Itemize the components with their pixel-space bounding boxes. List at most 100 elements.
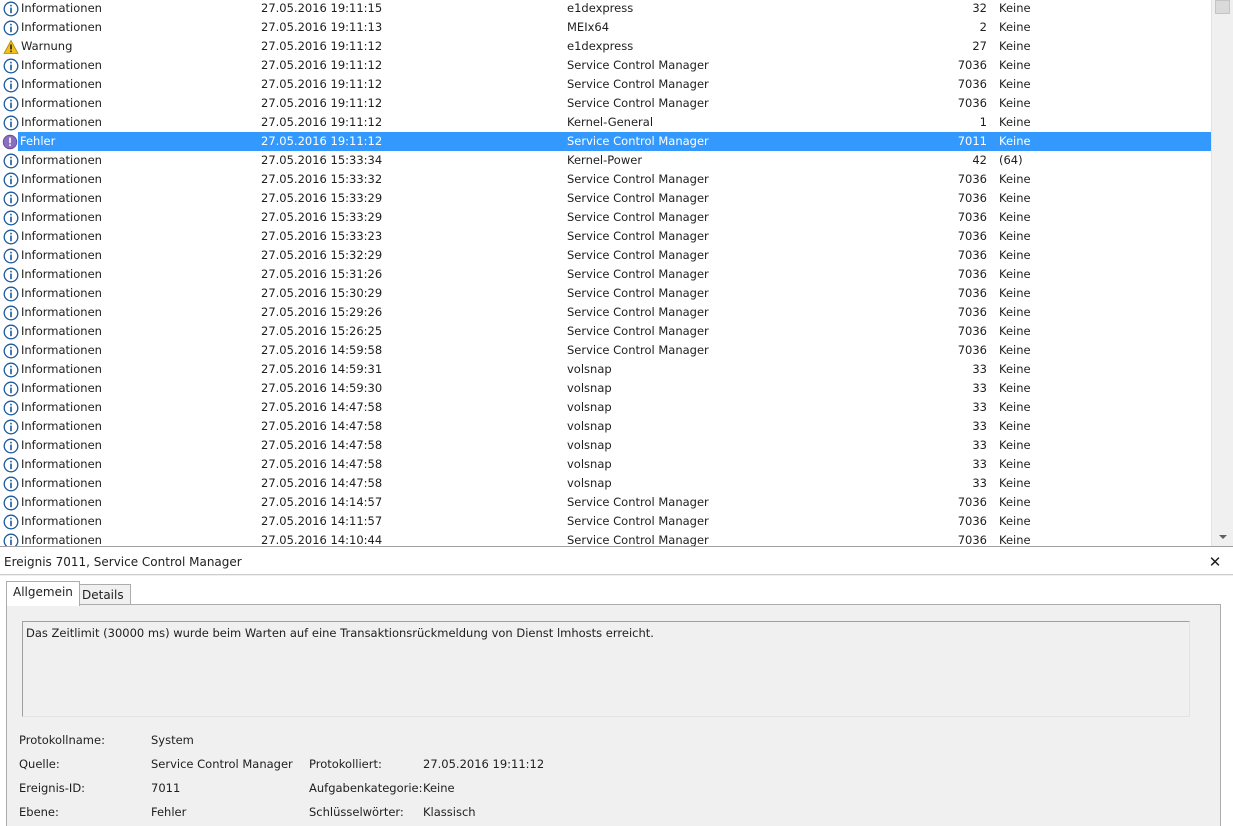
table-row[interactable]: Informationen 27.05.2016 14:47:58 volsnap 3… <box>0 455 1211 474</box>
task-category-cell: Keine <box>999 476 1031 490</box>
table-row[interactable]: Informationen 27.05.2016 15:29:26 Service … <box>0 303 1211 322</box>
task-category-cell: Keine <box>999 39 1031 53</box>
info-icon <box>3 58 19 74</box>
info-icon <box>3 438 19 454</box>
task-category-cell: Keine <box>999 495 1031 509</box>
info-icon <box>3 400 19 416</box>
info-icon <box>3 514 19 530</box>
date-cell: 27.05.2016 14:47:58 <box>261 419 383 433</box>
table-row[interactable]: Informationen 27.05.2016 15:32:29 Service … <box>0 246 1211 265</box>
event-id-cell: 33 <box>972 476 987 490</box>
detail-header: Ereignis 7011, Service Control Manager ✕ <box>0 548 1233 575</box>
task-category-label: Aufgabenkategorie: <box>309 781 423 795</box>
table-row[interactable]: Informationen 27.05.2016 15:26:25 Service … <box>0 322 1211 341</box>
table-row[interactable]: Informationen 27.05.2016 14:47:58 volsnap 3… <box>0 398 1211 417</box>
info-icon <box>3 267 19 283</box>
event-id-cell: 2 <box>979 20 987 34</box>
source-cell: volsnap <box>567 400 612 414</box>
level-cell: Informationen <box>21 115 102 129</box>
table-row[interactable]: Informationen 27.05.2016 14:47:58 volsnap 3… <box>0 474 1211 493</box>
event-id-cell: 7036 <box>957 267 987 281</box>
warning-icon <box>3 39 19 54</box>
table-row[interactable]: Informationen 27.05.2016 15:33:29 Service … <box>0 189 1211 208</box>
event-id-cell: 27 <box>972 39 987 53</box>
source-cell: Service Control Manager <box>567 533 709 547</box>
task-category-cell: Keine <box>999 96 1031 110</box>
level-cell: Informationen <box>21 438 102 452</box>
task-category-cell: Keine <box>999 172 1031 186</box>
event-id-cell: 33 <box>972 381 987 395</box>
date-cell: 27.05.2016 19:11:12 <box>261 115 383 129</box>
source-cell: Kernel-General <box>567 115 654 129</box>
tab-panel-general: Das Zeitlimit (30000 ms) wurde beim Wart… <box>6 604 1221 826</box>
table-row[interactable]: Informationen 27.05.2016 15:31:26 Service … <box>0 265 1211 284</box>
tab-details[interactable]: Details <box>75 584 131 605</box>
table-row[interactable]: Informationen 27.05.2016 14:47:58 volsnap 3… <box>0 417 1211 436</box>
table-row[interactable]: Informationen 27.05.2016 14:59:58 Service … <box>0 341 1211 360</box>
task-category-cell: Keine <box>999 58 1031 72</box>
info-icon <box>3 191 19 207</box>
scrollbar-thumb[interactable] <box>1215 0 1230 14</box>
level-cell: Informationen <box>21 96 102 110</box>
date-cell: 27.05.2016 14:59:58 <box>261 343 383 357</box>
tab-general[interactable]: Allgemein <box>6 581 80 606</box>
table-row[interactable]: Informationen 27.05.2016 19:11:12 Service … <box>0 56 1211 75</box>
date-cell: 27.05.2016 15:32:29 <box>261 248 383 262</box>
level-cell: Informationen <box>21 400 102 414</box>
source-cell: volsnap <box>567 381 612 395</box>
level-cell: Warnung <box>21 39 73 53</box>
level-cell: Informationen <box>21 514 102 528</box>
event-message[interactable]: Das Zeitlimit (30000 ms) wurde beim Wart… <box>22 621 1190 717</box>
close-icon[interactable]: ✕ <box>1207 555 1223 570</box>
date-cell: 27.05.2016 14:47:58 <box>261 438 383 452</box>
info-icon <box>3 419 19 435</box>
level-cell: Informationen <box>21 457 102 471</box>
event-id-cell: 7036 <box>957 324 987 338</box>
source-cell: Service Control Manager <box>567 324 709 338</box>
event-id-cell: 33 <box>972 419 987 433</box>
table-row[interactable]: Informationen 27.05.2016 19:11:12 Service … <box>0 75 1211 94</box>
task-category-value: Keine <box>423 781 455 795</box>
detail-title: Ereignis 7011, Service Control Manager <box>4 555 242 569</box>
date-cell: 27.05.2016 15:31:26 <box>261 267 383 281</box>
source-cell: Service Control Manager <box>567 248 709 262</box>
task-category-cell: Keine <box>999 419 1031 433</box>
table-row[interactable]: Informationen 27.05.2016 14:11:57 Service … <box>0 512 1211 531</box>
source-cell: Service Control Manager <box>567 172 709 186</box>
table-row[interactable]: Informationen 27.05.2016 19:11:13 MEIx64 2 K… <box>0 18 1211 37</box>
info-icon <box>3 172 19 188</box>
table-row[interactable]: Warnung 27.05.2016 19:11:12 e1dexpress 27 Ke… <box>0 37 1211 56</box>
table-row[interactable]: Informationen 27.05.2016 14:59:30 volsnap 3… <box>0 379 1211 398</box>
table-row[interactable]: Informationen 27.05.2016 19:11:15 e1dexpre… <box>0 0 1211 18</box>
table-row[interactable]: Informationen 27.05.2016 15:30:29 Service … <box>0 284 1211 303</box>
scroll-down-arrow-icon[interactable] <box>1216 532 1230 542</box>
task-category-cell: Keine <box>999 362 1031 376</box>
task-category-cell: Keine <box>999 267 1031 281</box>
table-row[interactable]: Informationen 27.05.2016 14:10:44 Service … <box>0 531 1211 547</box>
task-category-cell: Keine <box>999 20 1031 34</box>
table-row[interactable]: Informationen 27.05.2016 15:33:34 Kernel-P… <box>0 151 1211 170</box>
table-row-selected[interactable]: Fehler 27.05.2016 19:11:12 Service Control… <box>2 132 1211 151</box>
info-icon <box>3 248 19 264</box>
table-row[interactable]: Informationen 27.05.2016 15:33:23 Service … <box>0 227 1211 246</box>
logged-value: 27.05.2016 19:11:12 <box>423 757 545 771</box>
level-cell: Informationen <box>21 343 102 357</box>
table-row[interactable]: Informationen 27.05.2016 14:14:57 Service … <box>0 493 1211 512</box>
keywords-label: Schlüsselwörter: <box>309 805 404 819</box>
event-id-cell: 7036 <box>957 77 987 91</box>
table-row[interactable]: Informationen 27.05.2016 14:59:31 volsnap 3… <box>0 360 1211 379</box>
event-id-cell: 33 <box>972 438 987 452</box>
event-id-cell: 7036 <box>957 172 987 186</box>
event-list[interactable]: Informationen 27.05.2016 19:11:15 e1dexpre… <box>0 0 1233 547</box>
info-icon <box>3 305 19 321</box>
table-row[interactable]: Informationen 27.05.2016 14:47:58 volsnap 3… <box>0 436 1211 455</box>
vertical-scrollbar[interactable] <box>1211 0 1233 546</box>
table-row[interactable]: Informationen 27.05.2016 15:33:32 Service … <box>0 170 1211 189</box>
level-cell: Informationen <box>21 248 102 262</box>
table-row[interactable]: Informationen 27.05.2016 19:11:12 Kernel-G… <box>0 113 1211 132</box>
event-id-cell: 32 <box>972 1 987 15</box>
table-row[interactable]: Informationen 27.05.2016 19:11:12 Service … <box>0 94 1211 113</box>
level-cell: Fehler <box>20 134 56 148</box>
table-row[interactable]: Informationen 27.05.2016 15:33:29 Service … <box>0 208 1211 227</box>
source-cell: Service Control Manager <box>567 267 709 281</box>
